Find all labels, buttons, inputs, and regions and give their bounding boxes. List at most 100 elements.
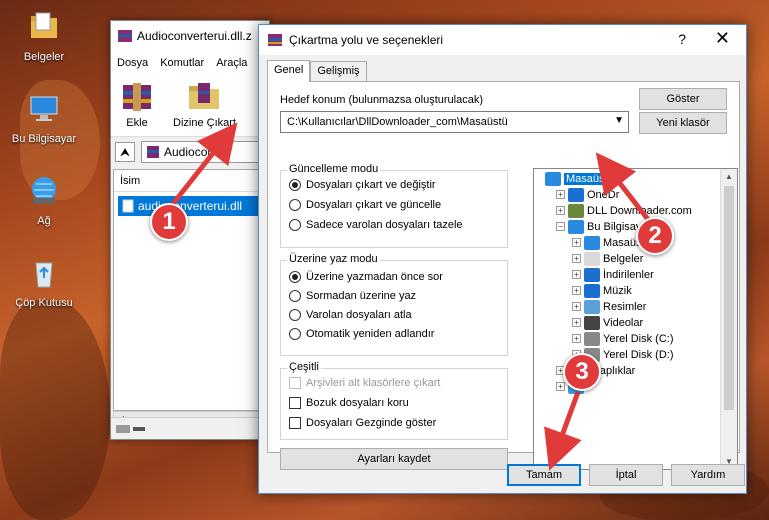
file-list-item[interactable]: audioconverterui.dll — [118, 196, 262, 216]
tab-genel[interactable]: Genel — [267, 60, 311, 82]
update-option-replace[interactable]: Dosyaları çıkart ve değiştir — [289, 179, 436, 191]
documents-folder-icon — [31, 12, 57, 38]
option-label: Varolan dosyaları atla — [306, 309, 412, 321]
cancel-button[interactable]: İptal — [589, 464, 663, 486]
chevron-down-icon[interactable]: ▼ — [614, 115, 624, 126]
menu-araclar[interactable]: Araçla — [216, 57, 247, 69]
file-list[interactable]: İsim audioconverterui.dll — [113, 169, 267, 411]
misc-title: Çeşitli — [287, 361, 321, 373]
callout-3: 3 — [563, 353, 601, 391]
destination-path-combobox[interactable]: C:\Kullanıcılar\DllDownloader_com\Masaüs… — [280, 111, 629, 133]
tree-node-label: DLL Downloader.com — [587, 204, 692, 217]
tree-node[interactable]: + Resimler — [572, 299, 646, 314]
tree-expander-icon[interactable]: + — [572, 286, 581, 295]
tree-node[interactable]: + DLL Downloader.com — [556, 203, 692, 218]
checkbox-disabled — [289, 377, 301, 389]
overwrite-option-skip[interactable]: Varolan dosyaları atla — [289, 309, 412, 321]
tree-node-label: Müzik — [603, 284, 632, 297]
tree-expander-icon[interactable]: + — [556, 206, 565, 215]
new-folder-button[interactable]: Yeni klasör — [639, 112, 727, 134]
tree-expander-icon[interactable]: + — [572, 270, 581, 279]
destination-path-value: C:\Kullanıcılar\DllDownloader_com\Masaüs… — [287, 116, 508, 128]
close-icon[interactable]: ✕ — [715, 28, 730, 49]
documents-icon — [584, 251, 600, 266]
update-option-update[interactable]: Dosyaları çıkart ve güncelle — [289, 199, 441, 211]
tree-expander-icon[interactable]: + — [572, 318, 581, 327]
option-label: Otomatik yeniden adlandır — [306, 328, 435, 340]
option-label: Dosyaları Gezginde göster — [306, 417, 437, 429]
save-settings-button[interactable]: Ayarları kaydet — [280, 448, 508, 470]
misc-option-keep-broken[interactable]: Bozuk dosyaları koru — [289, 397, 409, 409]
desktop-icon — [584, 235, 600, 250]
extract-to-button[interactable]: Dizine Çıkart — [173, 79, 236, 132]
up-folder-button[interactable]: ⮝ — [115, 142, 135, 162]
tree-expander-icon[interactable]: + — [572, 334, 581, 343]
misc-option-show-in-explorer[interactable]: Dosyaları Gezginde göster — [289, 417, 436, 429]
overwrite-option-without-prompt[interactable]: Sormadan üzerine yaz — [289, 290, 416, 302]
desktop-icon-label: Çöp Kutusu — [15, 297, 73, 309]
tree-expander-icon[interactable]: − — [556, 222, 565, 231]
tree-node[interactable]: + Videolar — [572, 315, 643, 330]
tab-gelismis[interactable]: Gelişmiş — [310, 61, 367, 81]
overwrite-option-rename[interactable]: Otomatik yeniden adlandır — [289, 328, 434, 340]
scroll-up-icon[interactable]: ▲ — [725, 172, 733, 181]
tree-node[interactable]: + Belgeler — [572, 251, 643, 266]
winrar-main-window[interactable]: Audioconverterui.dll.z Dosya Komutlar Ar… — [110, 20, 270, 440]
desktop-icon-network[interactable]: Ağ — [6, 174, 82, 227]
show-button[interactable]: Göster — [639, 88, 727, 110]
scrollbar-thumb[interactable] — [724, 186, 734, 410]
winrar-title-bar[interactable]: Audioconverterui.dll.z — [111, 21, 269, 51]
tree-expander-icon[interactable]: + — [572, 254, 581, 263]
tree-node[interactable]: + Müzik — [572, 283, 632, 298]
winrar-path-bar: ⮝ Audioconve — [111, 137, 269, 167]
tree-node-label: Resimler — [603, 300, 647, 313]
add-button[interactable]: Ekle — [119, 79, 155, 132]
tree-expander-icon[interactable]: + — [572, 302, 581, 311]
update-option-freshen[interactable]: Sadece varolan dosyaları tazele — [289, 219, 463, 231]
overwrite-option-ask[interactable]: Üzerine yazmadan önce sor — [289, 271, 443, 283]
add-button-label: Ekle — [126, 117, 148, 129]
desktop-icon-belgeler[interactable]: Belgeler — [6, 10, 82, 63]
music-icon — [584, 283, 600, 298]
overwrite-mode-title: Üzerine yaz modu — [287, 253, 380, 265]
help-icon[interactable]: ? — [678, 31, 686, 47]
general-tab-panel: Hedef konum (bulunmazsa oluşturulacak) C… — [267, 81, 740, 470]
tree-node[interactable]: + Yerel Disk (C:) — [572, 331, 674, 346]
radio-selected[interactable] — [289, 179, 301, 191]
radio[interactable] — [289, 199, 301, 211]
column-header-name[interactable]: İsim — [114, 170, 266, 192]
menu-komutlar[interactable]: Komutlar — [160, 57, 204, 69]
desktop-icon-computer[interactable]: Bu Bilgisayar — [6, 92, 82, 145]
desktop-icon-label: Belgeler — [23, 51, 65, 63]
ok-button[interactable]: Tamam — [507, 464, 581, 486]
tree-expander-icon[interactable]: + — [556, 382, 565, 391]
radio[interactable] — [289, 309, 301, 321]
desktop-icon-recycle-bin[interactable]: Çöp Kutusu — [6, 256, 82, 309]
option-label: Dosyaları çıkart ve değiştir — [306, 179, 436, 191]
tree-node-label: Yerel Disk (D:) — [603, 348, 674, 361]
tree-vertical-scrollbar[interactable]: ▲ ▼ — [720, 169, 737, 469]
tree-node[interactable]: + OneDr — [556, 187, 619, 202]
tree-node[interactable]: + İndirilenler — [572, 267, 654, 282]
radio[interactable] — [289, 290, 301, 302]
tree-expander-icon[interactable]: + — [556, 190, 565, 199]
extract-options-dialog[interactable]: Çıkartma yolu ve seçenekleri ? ✕ Genel G… — [258, 24, 747, 494]
radio[interactable] — [289, 328, 301, 340]
radio[interactable] — [289, 219, 301, 231]
checkbox[interactable] — [289, 417, 301, 429]
tree-expander-icon[interactable]: + — [572, 238, 581, 247]
dialog-title: Çıkartma yolu ve seçenekleri — [289, 33, 444, 47]
menu-dosya[interactable]: Dosya — [117, 57, 148, 69]
archive-path-box[interactable]: Audioconve — [141, 141, 265, 163]
folder-tree[interactable]: Masaüstü + OneDr + DLL Downloader.com − Bu Bil… — [533, 168, 738, 470]
option-label: Sormadan üzerine yaz — [306, 290, 417, 302]
overwrite-mode-group: Üzerine yaz modu Üzerine yazmadan önce s… — [280, 253, 508, 356]
winrar-menu-bar: Dosya Komutlar Araçla — [111, 51, 269, 75]
option-label: Arşivleri alt klasörlere çıkart — [306, 377, 441, 389]
dialog-title-bar[interactable]: Çıkartma yolu ve seçenekleri ? ✕ — [259, 25, 746, 55]
checkbox[interactable] — [289, 397, 301, 409]
tree-node[interactable]: Masaüstü — [540, 171, 616, 186]
radio-selected[interactable] — [289, 271, 301, 283]
dialog-tabs: Genel Gelişmiş — [267, 60, 367, 82]
help-button[interactable]: Yardım — [671, 464, 745, 486]
